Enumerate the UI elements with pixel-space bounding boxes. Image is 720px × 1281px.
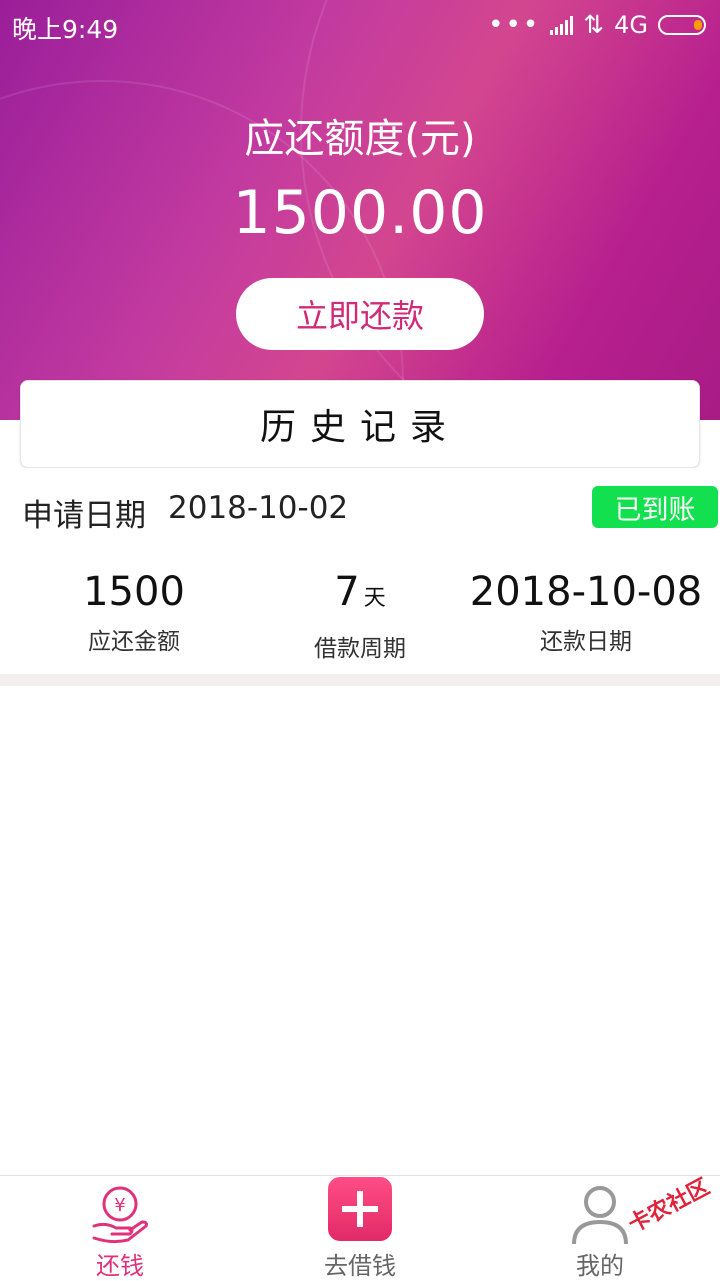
stat-label: 还款日期 — [540, 629, 632, 655]
repay-now-button[interactable]: 立即还款 — [236, 278, 484, 350]
stat-value: 7 — [334, 569, 360, 615]
stat-due-amount: 1500 应还金额 — [14, 568, 254, 656]
tab-repay[interactable]: ¥ 还钱 — [0, 1176, 240, 1281]
stat-value: 2018-10-08 — [469, 569, 703, 615]
stat-loan-period: 7天 借款周期 — [240, 568, 480, 663]
yen-hand-icon: ¥ — [92, 1186, 148, 1244]
svg-text:¥: ¥ — [114, 1195, 125, 1216]
status-badge: 已到账 — [592, 486, 718, 528]
status-time: 晚上9:49 — [12, 15, 119, 44]
stat-label: 借款周期 — [314, 636, 406, 662]
data-arrows-icon: ⇅ — [583, 10, 605, 39]
plus-icon[interactable] — [328, 1177, 392, 1241]
tab-label: 我的 — [576, 1252, 624, 1280]
stat-unit: 天 — [363, 586, 386, 611]
status-bar: 晚上9:49 ••• ⇅ 4G — [0, 0, 720, 50]
apply-date-value: 2018-10-02 — [168, 490, 349, 526]
apply-date-label: 申请日期 — [22, 498, 146, 534]
history-records-header[interactable]: 历史记录 — [20, 380, 700, 468]
signal-icon — [550, 15, 574, 35]
user-icon — [572, 1186, 628, 1245]
hero-banner: 晚上9:49 ••• ⇅ 4G 应还额度(元) 1500.00 立即还款 — [0, 0, 720, 420]
due-amount-label: 应还额度(元) — [244, 116, 476, 162]
due-amount-value: 1500.00 — [232, 178, 488, 248]
battery-icon — [658, 14, 706, 35]
stat-repay-date: 2018-10-08 还款日期 — [466, 568, 706, 656]
section-divider — [0, 674, 720, 686]
tab-label: 去借钱 — [324, 1252, 396, 1280]
loan-record[interactable]: 申请日期 2018-10-02 已到账 1500 应还金额 7天 借款周期 20… — [0, 468, 720, 674]
tab-label: 还钱 — [96, 1252, 144, 1280]
stat-label: 应还金额 — [88, 629, 180, 655]
stat-value: 1500 — [83, 569, 185, 615]
more-dots-icon: ••• — [488, 9, 541, 40]
network-type: 4G — [614, 10, 648, 39]
